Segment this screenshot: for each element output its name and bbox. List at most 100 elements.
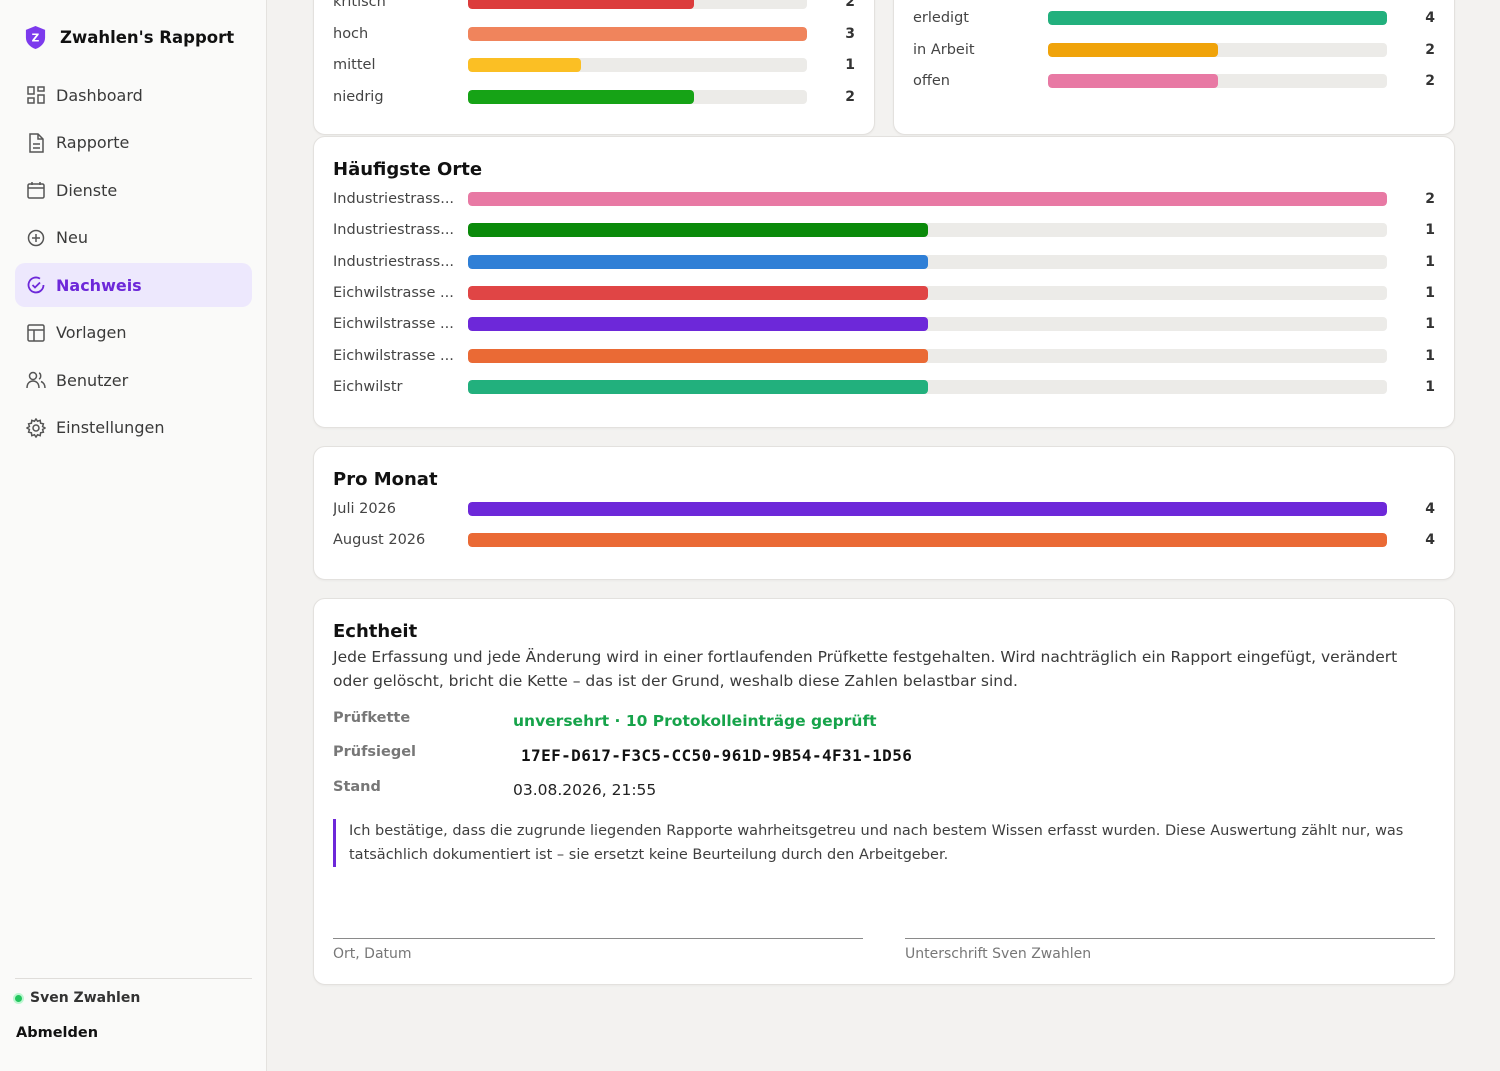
status-bar-count: 4 [1425, 10, 1435, 26]
nav-item-dienste[interactable]: Dienste [15, 168, 252, 212]
nav-item-einstellungen[interactable]: Einstellungen [15, 406, 252, 450]
places-bar-fill [468, 192, 1387, 206]
places-bar-label: Eichwilstrasse ... [333, 284, 454, 301]
nav-label: Vorlagen [56, 323, 127, 342]
places-bar-track [468, 317, 1387, 332]
months-bar-track [468, 502, 1387, 516]
nav-item-benutzer[interactable]: Benutzer [15, 358, 252, 402]
places-bar-row: Eichwilstrasse ... 1 [333, 314, 1435, 334]
current-user: Sven Zwahlen [13, 990, 140, 1006]
places-title: Häufigste Orte [333, 159, 483, 180]
sidebar-divider [15, 978, 252, 979]
places-bar-label: Industriestrass... [333, 222, 455, 239]
places-bar-label: Industriestrass... [333, 253, 455, 270]
signature-place-label: Ort, Datum [333, 946, 412, 962]
months-bar-row: August 2026 4 [333, 530, 1435, 550]
places-bar-count: 2 [1425, 191, 1435, 207]
nav-item-rapporte[interactable]: Rapporte [15, 121, 252, 165]
priority-bar-label: hoch [333, 25, 369, 42]
nav-label: Einstellungen [56, 418, 165, 437]
dashboard-icon [25, 85, 46, 106]
status-card: erledigt 4 in Arbeit 2 offen 2 [893, 0, 1455, 135]
nav-item-neu[interactable]: Neu [15, 216, 252, 260]
places-bar-label: Eichwilstr [333, 378, 403, 395]
places-bar-label: Industriestrass... [333, 191, 455, 207]
priority-bar-label: kritisch [333, 0, 386, 10]
app-title: Zwahlen's Rapport [60, 28, 235, 47]
places-bar-count: 1 [1425, 222, 1435, 239]
places-bar-row: Industriestrass... 1 [333, 220, 1435, 240]
signature-name-label: Unterschrift Sven Zwahlen [905, 946, 1092, 962]
priority-bar-track [468, 26, 807, 41]
months-bar-count: 4 [1425, 532, 1435, 549]
priority-bar-track [468, 58, 807, 72]
user-name: Sven Zwahlen [30, 990, 141, 1006]
authenticity-card: Echtheit Jede Erfassung und jede Änderun… [313, 598, 1455, 985]
priority-bar-fill [468, 89, 694, 104]
places-bar-label: Eichwilstrasse ... [333, 347, 454, 364]
places-bar-count: 1 [1425, 347, 1435, 364]
nav-item-nachweis[interactable]: Nachweis [15, 263, 252, 307]
months-bar-fill [468, 533, 1387, 548]
places-bar-fill [468, 254, 928, 269]
places-bar-track [468, 223, 1387, 238]
months-bar-track [468, 533, 1387, 548]
signature-line-name [905, 938, 1435, 939]
places-bar-fill [468, 223, 928, 238]
priority-bar-row: kritisch 2 [333, 0, 855, 12]
logo-letter: Z [32, 32, 40, 44]
priority-bar-row: hoch 3 [333, 24, 855, 44]
status-bar-label: erledigt [913, 10, 969, 26]
shield-logo-icon: Z [25, 26, 46, 49]
nav-item-dashboard[interactable]: Dashboard [15, 73, 252, 117]
status-bar-label: in Arbeit [913, 41, 975, 58]
nav-label: Neu [56, 228, 88, 247]
priority-bar-count: 1 [845, 57, 855, 73]
status-bar-row: in Arbeit 2 [913, 40, 1435, 60]
priority-bar-track [468, 0, 807, 9]
months-bar-fill [468, 502, 1387, 516]
months-bar-row: Juli 2026 4 [333, 499, 1435, 519]
nav-item-vorlagen[interactable]: Vorlagen [15, 311, 252, 355]
months-card: Pro Monat Juli 2026 4 August 2026 4 [313, 446, 1455, 580]
status-bar-label: offen [913, 73, 950, 89]
status-bar-track [1048, 11, 1387, 25]
main-nav: Dashboard Rapporte Dienste Neu Nachweis [15, 73, 252, 453]
status-bar-count: 2 [1425, 41, 1435, 58]
brand[interactable]: Z Zwahlen's Rapport [24, 25, 234, 50]
places-bar-label: Eichwilstrasse ... [333, 316, 454, 333]
nav-label: Nachweis [56, 275, 142, 295]
template-icon [25, 322, 46, 343]
places-bar-track [468, 254, 1387, 269]
status-bar-track [1048, 74, 1387, 88]
nav-label: Dienste [56, 180, 118, 200]
places-bar-count: 1 [1425, 316, 1435, 333]
status-bar-row: offen 2 [913, 71, 1435, 91]
nav-label: Rapporte [56, 133, 130, 152]
places-bar-fill [468, 317, 928, 332]
priority-bar-fill [468, 58, 581, 72]
users-icon [25, 370, 46, 391]
priority-bar-count: 3 [845, 25, 855, 42]
places-bar-row: Eichwilstr 1 [333, 377, 1435, 397]
priority-bar-label: niedrig [333, 88, 384, 105]
plus-circle-icon [25, 227, 46, 248]
seal-label: Prüfsiegel [333, 744, 417, 760]
logout-button[interactable]: Abmelden [16, 1025, 98, 1041]
places-bar-fill [468, 379, 928, 394]
places-bar-count: 1 [1425, 284, 1435, 301]
priority-bar-fill [468, 0, 694, 9]
authenticity-description: Jede Erfassung und jede Änderung wird in… [333, 648, 1398, 690]
nav-label: Benutzer [56, 370, 129, 390]
status-bar-row: erledigt 4 [913, 8, 1435, 28]
chain-status: unversehrt · 10 Protokolleinträge geprüf… [513, 712, 877, 730]
document-icon [25, 132, 46, 153]
status-bar-count: 2 [1425, 73, 1435, 89]
nav-label: Dashboard [56, 85, 143, 105]
online-status-icon [13, 992, 24, 1004]
months-bar-label: Juli 2026 [333, 501, 397, 517]
status-bar-track [1048, 42, 1387, 57]
date-label: Stand [333, 779, 381, 795]
places-bar-count: 1 [1425, 378, 1435, 395]
places-bar-fill [468, 348, 928, 363]
